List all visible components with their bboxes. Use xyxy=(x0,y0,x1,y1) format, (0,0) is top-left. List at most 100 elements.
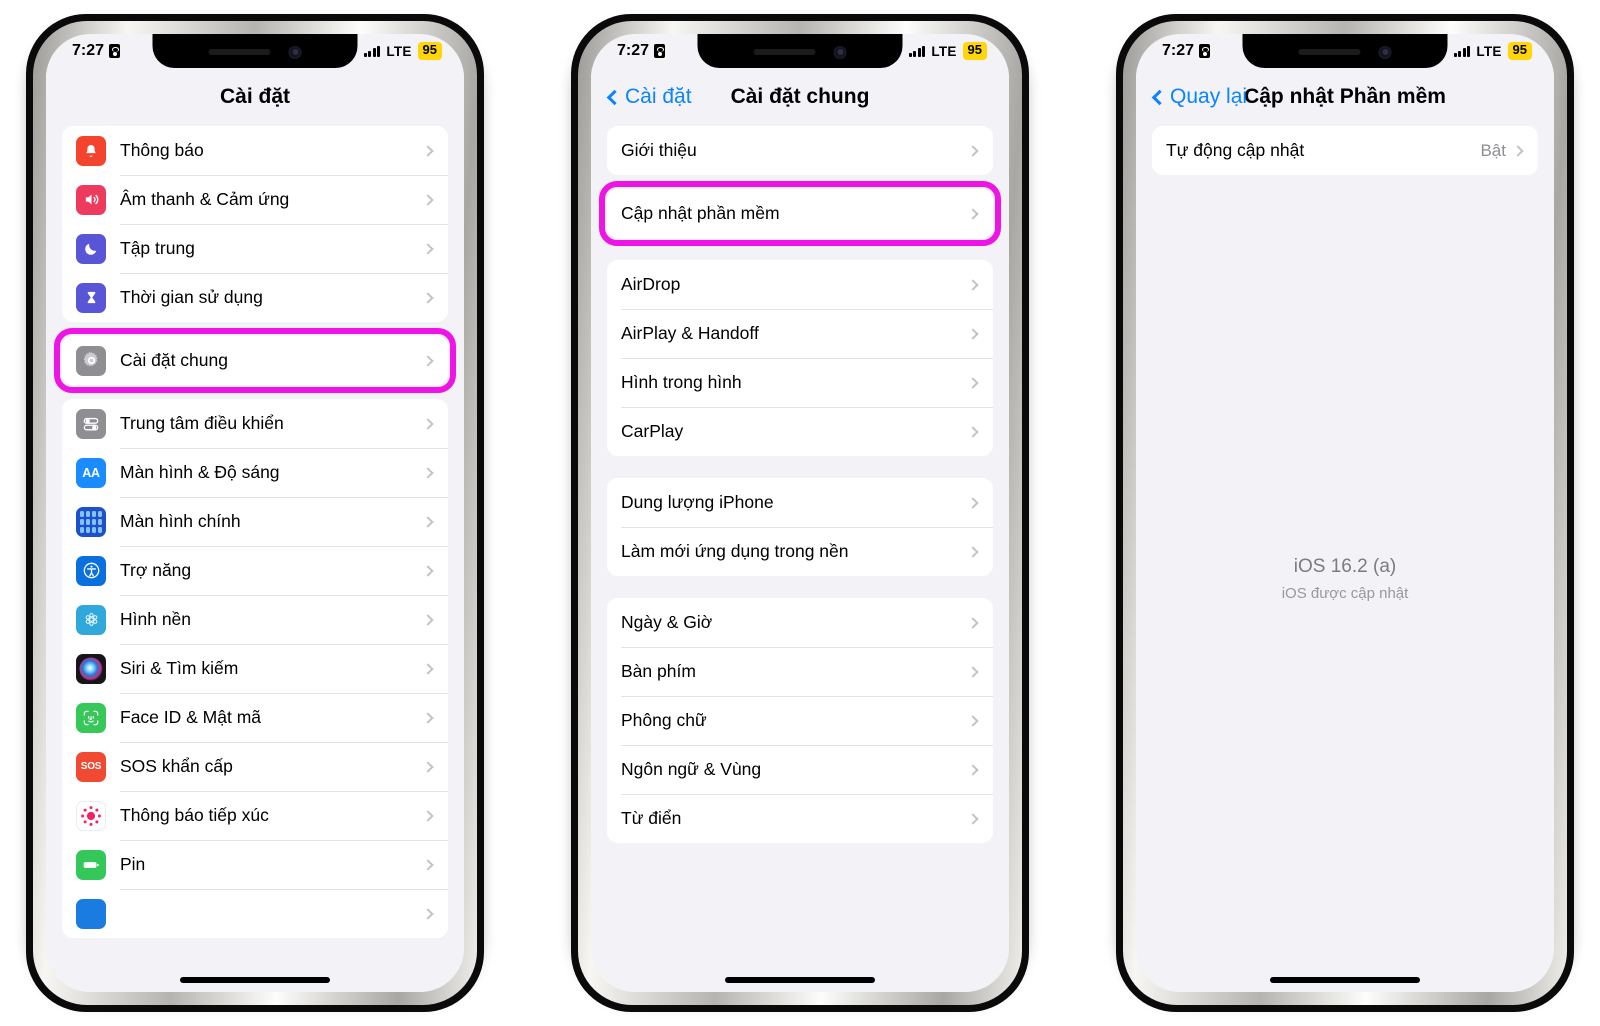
sidebar-item-label: Ngày & Giờ xyxy=(621,612,713,632)
general-settings-list[interactable]: Giới thiệu Cập nhật phần mềm AirDrop Air… xyxy=(591,126,1009,992)
sidebar-item-partially-visible[interactable] xyxy=(62,889,448,938)
sidebar-item-emergency-sos[interactable]: SOS SOS khẩn cấp xyxy=(62,742,448,791)
notch xyxy=(697,34,903,68)
chevron-right-icon xyxy=(967,763,979,776)
phone-screen: 7:27 LTE 95 Quay lại Cập nhật Phần mềm T… xyxy=(1136,34,1554,992)
phone-bezel-inner: 7:27 LTE 95 Cài đặt xyxy=(33,21,477,1005)
sidebar-item-label: Trung tâm điều khiển xyxy=(120,413,284,433)
sidebar-item-label: Siri & Tìm kiếm xyxy=(120,658,239,678)
sidebar-item-label: SOS khẩn cấp xyxy=(120,756,233,776)
sidebar-item-general[interactable]: Cài đặt chung xyxy=(62,336,448,385)
screenshot-stage: 7:27 LTE 95 Cài đặt Thông báo Âm thanh &… xyxy=(0,0,1600,1026)
sidebar-item-label: Ngôn ngữ & Vùng xyxy=(621,759,762,779)
front-camera-icon xyxy=(1378,45,1392,59)
sidebar-item-accessibility[interactable]: Trợ năng xyxy=(62,546,448,595)
back-button[interactable]: Cài đặt xyxy=(606,85,692,109)
sidebar-item-face-id-passcode[interactable]: Face ID & Mật mã xyxy=(62,693,448,742)
sidebar-item-keyboard[interactable]: Bàn phím xyxy=(607,647,993,696)
chevron-right-icon xyxy=(967,616,979,629)
sidebar-item-label: Tập trung xyxy=(120,238,195,258)
sidebar-item-background-app-refresh[interactable]: Làm mới ứng dụng trong nền xyxy=(607,527,993,576)
status-time: 7:27 xyxy=(617,42,650,59)
sidebar-item-fonts[interactable]: Phông chữ xyxy=(607,696,993,745)
sidebar-item-control-center[interactable]: Trung tâm điều khiển xyxy=(62,399,448,448)
chevron-right-icon xyxy=(422,291,434,304)
sidebar-item-label: Phông chữ xyxy=(621,710,707,730)
chevron-right-icon xyxy=(967,376,979,389)
chevron-right-icon xyxy=(967,496,979,509)
home-indicator[interactable] xyxy=(1270,977,1420,983)
battery-icon xyxy=(76,849,106,880)
sidebar-item-software-update[interactable]: Cập nhật phần mềm xyxy=(607,189,993,238)
status-bar-right: LTE 95 xyxy=(1453,42,1532,60)
sidebar-item-battery[interactable]: Pin xyxy=(62,840,448,889)
cellular-bars-icon xyxy=(363,45,381,57)
highlight-software-update: Cập nhật phần mềm xyxy=(599,181,1001,246)
sidebar-item-sounds-haptics[interactable]: Âm thanh & Cảm ứng xyxy=(62,175,448,224)
sidebar-item-picture-in-picture[interactable]: Hình trong hình xyxy=(607,358,993,407)
automatic-updates-group: Tự động cập nhật Bật xyxy=(1152,126,1538,175)
sidebar-item-focus[interactable]: Tập trung xyxy=(62,224,448,273)
phone-bezel-mid: 7:27 LTE 95 Cài đặt xyxy=(26,14,484,1012)
home-indicator[interactable] xyxy=(180,977,330,983)
settings-list[interactable]: Thông báo Âm thanh & Cảm ứng Tập trung T… xyxy=(46,126,464,992)
chevron-right-icon xyxy=(422,858,434,871)
settings-group-3: Trung tâm điều khiển AA Màn hình & Độ sá… xyxy=(62,399,448,938)
sidebar-item-label: Dung lượng iPhone xyxy=(621,492,774,512)
sidebar-item-home-screen[interactable]: Màn hình chính xyxy=(62,497,448,546)
notch xyxy=(152,34,358,68)
chevron-right-icon xyxy=(967,425,979,438)
battery-badge: 95 xyxy=(1507,42,1532,60)
storage-group: Dung lượng iPhone Làm mới ứng dụng trong… xyxy=(607,478,993,576)
notch xyxy=(1242,34,1448,68)
chevron-right-icon xyxy=(967,665,979,678)
sidebar-item-iphone-storage[interactable]: Dung lượng iPhone xyxy=(607,478,993,527)
settings-group-1: Thông báo Âm thanh & Cảm ứng Tập trung T… xyxy=(62,126,448,322)
chevron-right-icon xyxy=(422,662,434,675)
sidebar-item-label: AirPlay & Handoff xyxy=(621,323,759,343)
chevron-right-icon xyxy=(967,714,979,727)
sidebar-item-about[interactable]: Giới thiệu xyxy=(607,126,993,175)
sidebar-item-date-time[interactable]: Ngày & Giờ xyxy=(607,598,993,647)
sidebar-item-label: Face ID & Mật mã xyxy=(120,707,262,727)
earpiece-speaker-icon xyxy=(1298,49,1361,55)
sidebar-item-airplay-handoff[interactable]: AirPlay & Handoff xyxy=(607,309,993,358)
chevron-right-icon xyxy=(422,564,434,577)
automatic-updates-value: Bật xyxy=(1480,140,1506,160)
home-indicator[interactable] xyxy=(725,977,875,983)
phone-bezel-inner: 7:27 LTE 95 Cài đặt xyxy=(578,21,1022,1005)
sidebar-item-label: Từ điển xyxy=(621,808,682,828)
sidebar-item-label: Cài đặt chung xyxy=(120,350,228,370)
chevron-right-icon xyxy=(967,545,979,558)
sidebar-item-carplay[interactable]: CarPlay xyxy=(607,407,993,456)
phone-screen: 7:27 LTE 95 Cài đặt xyxy=(591,34,1009,992)
back-button[interactable]: Quay lại xyxy=(1151,85,1247,109)
sidebar-item-notifications[interactable]: Thông báo xyxy=(62,126,448,175)
status-time: 7:27 xyxy=(1162,42,1195,59)
cellular-bars-icon xyxy=(1453,45,1471,57)
chevron-right-icon xyxy=(422,907,434,920)
sidebar-item-label: CarPlay xyxy=(621,421,684,441)
sidebar-item-automatic-updates[interactable]: Tự động cập nhật Bật xyxy=(1152,126,1538,175)
software-update-panel[interactable]: Tự động cập nhật Bật iOS 16.2 (a) iOS đư… xyxy=(1136,126,1554,992)
cellular-bars-icon xyxy=(908,45,926,57)
sidebar-item-screen-time[interactable]: Thời gian sử dụng xyxy=(62,273,448,322)
sidebar-item-display-brightness[interactable]: AA Màn hình & Độ sáng xyxy=(62,448,448,497)
sidebar-item-siri-search[interactable]: Siri & Tìm kiếm xyxy=(62,644,448,693)
ios-version-label: iOS 16.2 (a) xyxy=(1293,556,1397,577)
chevron-right-icon xyxy=(422,242,434,255)
sidebar-item-label: Thông báo xyxy=(120,140,204,160)
sidebar-item-exposure-notifications[interactable]: Thông báo tiếp xúc xyxy=(62,791,448,840)
sidebar-item-dictionary[interactable]: Từ điển xyxy=(607,794,993,843)
page-title: Cài đặt xyxy=(219,85,290,108)
sidebar-item-wallpaper[interactable]: Hình nền xyxy=(62,595,448,644)
chevron-right-icon xyxy=(422,144,434,157)
accessibility-icon xyxy=(76,555,106,586)
sidebar-item-airdrop[interactable]: AirDrop xyxy=(607,260,993,309)
chevron-right-icon xyxy=(967,278,979,291)
sidebar-item-label: Trợ năng xyxy=(120,560,192,580)
aa-text-icon: AA xyxy=(76,457,106,488)
sidebar-item-language-region[interactable]: Ngôn ngữ & Vùng xyxy=(607,745,993,794)
lock-portrait-icon xyxy=(654,44,666,58)
hourglass-icon xyxy=(76,282,106,313)
